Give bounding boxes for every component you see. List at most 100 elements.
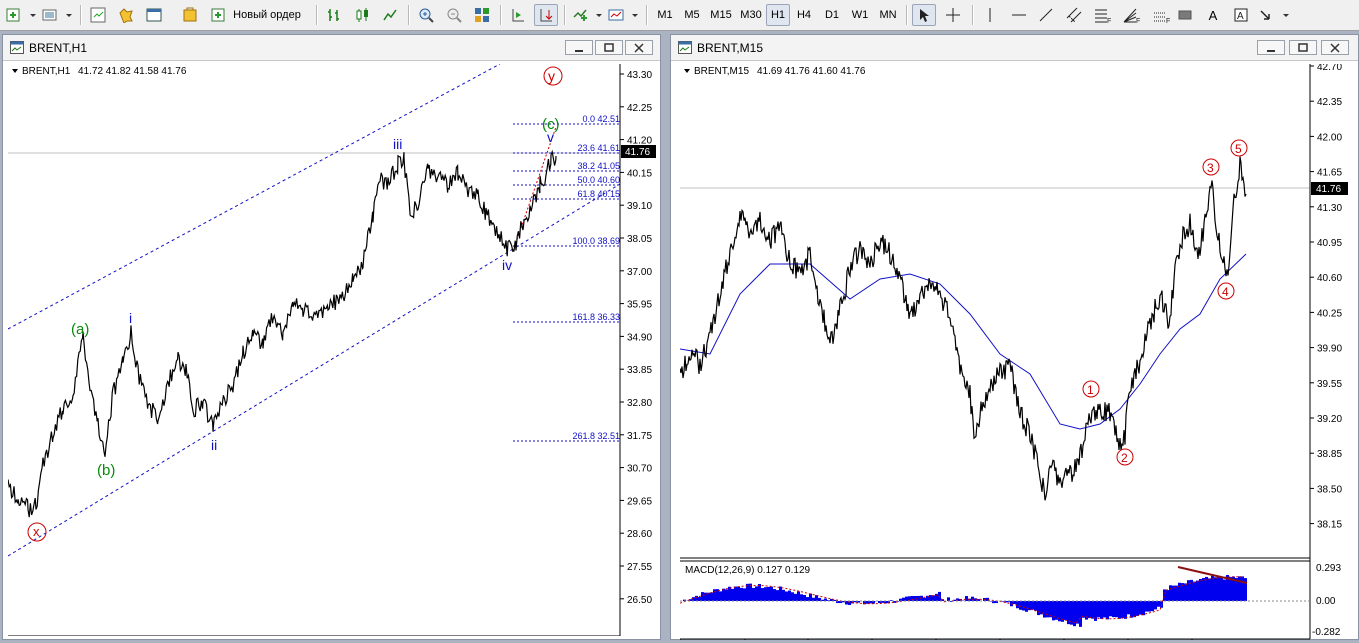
macd-bar <box>1217 576 1220 601</box>
fibonacci-retracement-icon[interactable]: F <box>1090 4 1116 26</box>
equidistant-channel-icon[interactable] <box>1062 4 1086 26</box>
wave-c-label[interactable]: (c) <box>542 116 560 133</box>
window-title: BRENT,M15 <box>697 41 763 55</box>
chart-window-icon <box>10 41 24 54</box>
trendline-icon[interactable] <box>1034 4 1058 26</box>
macd-bar <box>1169 585 1172 601</box>
crosshair-tool-icon[interactable] <box>940 4 966 26</box>
text-tool-icon[interactable]: A <box>1200 4 1226 26</box>
templates-button[interactable] <box>606 4 640 26</box>
channel-lower-line[interactable] <box>8 184 620 556</box>
price-tick-label: 31.75 <box>627 431 652 442</box>
chart-area-h1[interactable]: 0.0 42.5123.6 41.6138.2 41.0550.0 40.606… <box>8 64 658 636</box>
profiles-button[interactable] <box>40 4 74 26</box>
channel-upper-line[interactable] <box>8 64 500 329</box>
timeframe-mn-label: MN <box>879 9 896 21</box>
close-button[interactable] <box>625 40 653 55</box>
wave-5-marker[interactable]: 5 <box>1231 140 1247 156</box>
price-tick-label: 33.85 <box>627 365 652 376</box>
macd-bar <box>698 597 701 601</box>
wave-iii-label[interactable]: iii <box>393 136 402 152</box>
timeframe-m30-label: M30 <box>740 9 761 21</box>
macd-scale-top: 0.293 <box>1316 563 1341 574</box>
terminal-icon[interactable] <box>142 4 166 26</box>
info-toggle-icon[interactable] <box>684 69 690 73</box>
macd-bar <box>1049 601 1052 617</box>
macd-bar <box>764 587 767 601</box>
macd-scale-bottom: -0.282 <box>1312 627 1341 638</box>
window-titlebar: BRENT,H1 <box>3 35 660 61</box>
timeframe-h1-label: H1 <box>771 9 785 21</box>
chart-area-m15[interactable]: 42.7042.3542.0041.6541.3040.9540.6040.25… <box>680 64 1358 640</box>
macd-bar <box>710 592 713 601</box>
wave-3-marker[interactable]: 3 <box>1203 159 1219 175</box>
timeframe-d1[interactable]: D1 <box>820 4 844 26</box>
timeframe-w1[interactable]: W1 <box>848 4 872 26</box>
macd-bar <box>791 592 794 601</box>
zoom-in-icon[interactable] <box>414 4 438 26</box>
indicators-button[interactable] <box>570 4 604 26</box>
wave-2-marker[interactable]: 2 <box>1117 449 1133 465</box>
line-chart-icon[interactable] <box>378 4 402 26</box>
timeframe-m5[interactable]: M5 <box>680 4 704 26</box>
text-tool-label: A <box>1209 8 1218 23</box>
macd-bar <box>965 596 968 601</box>
info-toggle-icon[interactable] <box>12 69 18 73</box>
label-tool-icon[interactable]: A <box>1228 4 1254 26</box>
wave-4-marker[interactable]: 4 <box>1218 283 1234 299</box>
close-button[interactable] <box>1321 40 1349 55</box>
arrows-dropdown-button[interactable] <box>1256 4 1292 26</box>
fibonacci-fan-icon[interactable]: F <box>1118 4 1146 26</box>
vertical-line-icon[interactable] <box>978 4 1002 26</box>
rectangle-tool-icon[interactable] <box>1172 4 1198 26</box>
zoom-out-icon[interactable] <box>442 4 466 26</box>
wave-1-marker[interactable]: 1 <box>1083 381 1099 397</box>
new-order-button[interactable]: Новый ордер <box>206 4 306 26</box>
timeframe-m15[interactable]: M15 <box>706 4 736 26</box>
bar-chart-icon[interactable] <box>322 4 346 26</box>
horizontal-line-icon[interactable] <box>1006 4 1032 26</box>
wave-b-label[interactable]: (b) <box>97 462 115 479</box>
macd-bar <box>1067 601 1070 624</box>
price-tick-label: 39.90 <box>1317 344 1342 355</box>
wave-ii-label[interactable]: ii <box>211 437 217 453</box>
timeframe-mn[interactable]: MN <box>874 4 902 26</box>
info-symbol: BRENT,H1 <box>22 66 71 77</box>
new-chart-button[interactable] <box>4 4 38 26</box>
fib-level-label: 61.8 40.15 <box>577 189 620 199</box>
minimize-button[interactable] <box>1257 40 1285 55</box>
timeframe-m30[interactable]: M30 <box>736 4 766 26</box>
maximize-button[interactable] <box>1289 40 1317 55</box>
timeframe-m1-label: M1 <box>657 9 672 21</box>
cursor-tool-icon[interactable] <box>912 4 936 26</box>
window-title: BRENT,H1 <box>29 41 87 55</box>
fibonacci-levels[interactable]: 0.0 42.5123.6 41.6138.2 41.0550.0 40.606… <box>513 114 620 441</box>
wave-iv-label[interactable]: iv <box>502 257 512 273</box>
tile-windows-icon[interactable] <box>470 4 494 26</box>
macd-bar <box>1025 601 1028 612</box>
current-price-label: 41.76 <box>625 147 650 158</box>
chart-window-brent-h1: BRENT,H1 0.0 42.5123.6 41.6138.2 41.0550… <box>2 34 661 640</box>
label-glyph: A <box>1237 11 1244 22</box>
price-tick-label: 30.70 <box>627 464 652 475</box>
wave-i-label[interactable]: i <box>129 310 132 326</box>
chart-shift-icon[interactable] <box>534 4 558 26</box>
price-tick-label: 40.60 <box>1317 273 1342 284</box>
macd-bar <box>1019 601 1022 610</box>
timeframe-m1[interactable]: M1 <box>652 4 678 26</box>
macd-bar <box>1133 601 1136 617</box>
timeframe-h1[interactable]: H1 <box>766 4 790 26</box>
minimize-button[interactable] <box>565 40 593 55</box>
price-tick-label: 38.85 <box>1317 449 1342 460</box>
timeframe-h4[interactable]: H4 <box>792 4 816 26</box>
macd-bar <box>1076 601 1079 624</box>
macd-bar <box>1157 601 1160 607</box>
candlestick-icon[interactable] <box>350 4 374 26</box>
auto-scroll-icon[interactable] <box>506 4 530 26</box>
navigator-icon[interactable] <box>114 4 138 26</box>
timeframe-w1-label: W1 <box>852 9 869 21</box>
wave-a-label[interactable]: (a) <box>71 321 89 338</box>
maximize-button[interactable] <box>595 40 623 55</box>
market-watch-icon[interactable] <box>86 4 110 26</box>
strategy-tester-icon[interactable] <box>178 4 202 26</box>
